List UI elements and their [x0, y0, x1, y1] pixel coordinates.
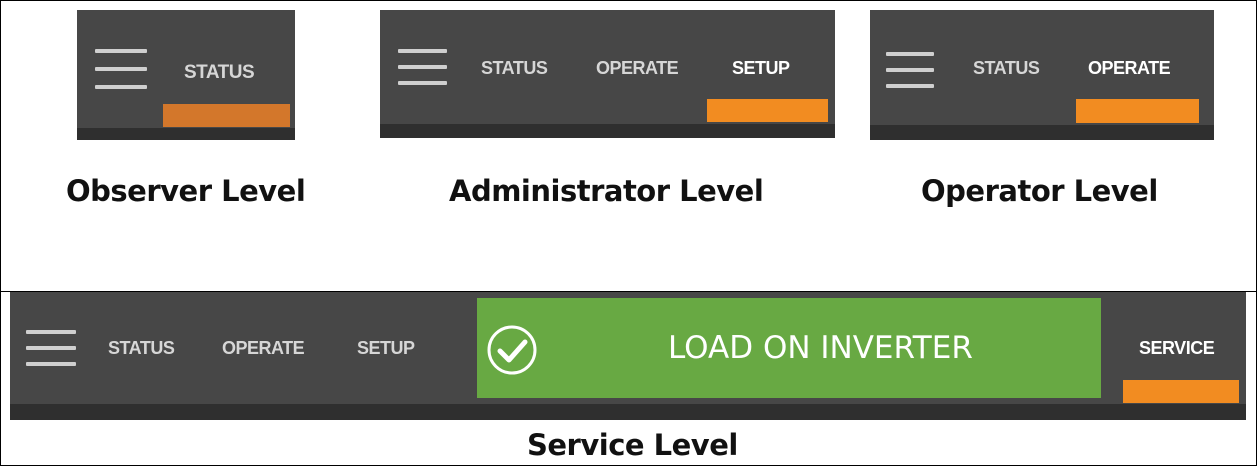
- active-tab-indicator: [1123, 380, 1239, 403]
- operator-nav-bar: STATUS OPERATE: [870, 10, 1214, 140]
- hamburger-menu-icon[interactable]: [398, 49, 447, 85]
- administrator-nav-bar: STATUS OPERATE SETUP: [380, 10, 835, 138]
- tab-operate[interactable]: OPERATE: [222, 338, 305, 359]
- tab-status[interactable]: STATUS: [108, 338, 175, 359]
- hamburger-menu-icon[interactable]: [26, 330, 76, 366]
- operator-level-caption: Operator Level: [921, 174, 1158, 208]
- status-banner-text: LOAD ON INVERTER: [668, 330, 973, 366]
- tab-status[interactable]: STATUS: [184, 62, 255, 84]
- administrator-level-caption: Administrator Level: [449, 174, 764, 208]
- check-circle-icon: [487, 325, 537, 375]
- tab-status[interactable]: STATUS: [481, 58, 548, 79]
- hamburger-menu-icon[interactable]: [886, 52, 934, 88]
- observer-level-caption: Observer Level: [66, 174, 306, 208]
- active-tab-indicator: [1076, 99, 1199, 123]
- tab-status[interactable]: STATUS: [973, 58, 1040, 79]
- active-tab-indicator: [163, 104, 290, 127]
- observer-nav-bar: STATUS: [77, 10, 295, 140]
- service-level-caption: Service Level: [527, 428, 738, 462]
- hamburger-menu-icon[interactable]: [95, 49, 147, 89]
- tab-operate[interactable]: OPERATE: [1088, 58, 1171, 79]
- tab-setup[interactable]: SETUP: [732, 58, 790, 79]
- tab-operate[interactable]: OPERATE: [596, 58, 679, 79]
- tab-service[interactable]: SERVICE: [1139, 338, 1215, 359]
- active-tab-indicator: [707, 99, 828, 122]
- tab-setup[interactable]: SETUP: [357, 338, 415, 359]
